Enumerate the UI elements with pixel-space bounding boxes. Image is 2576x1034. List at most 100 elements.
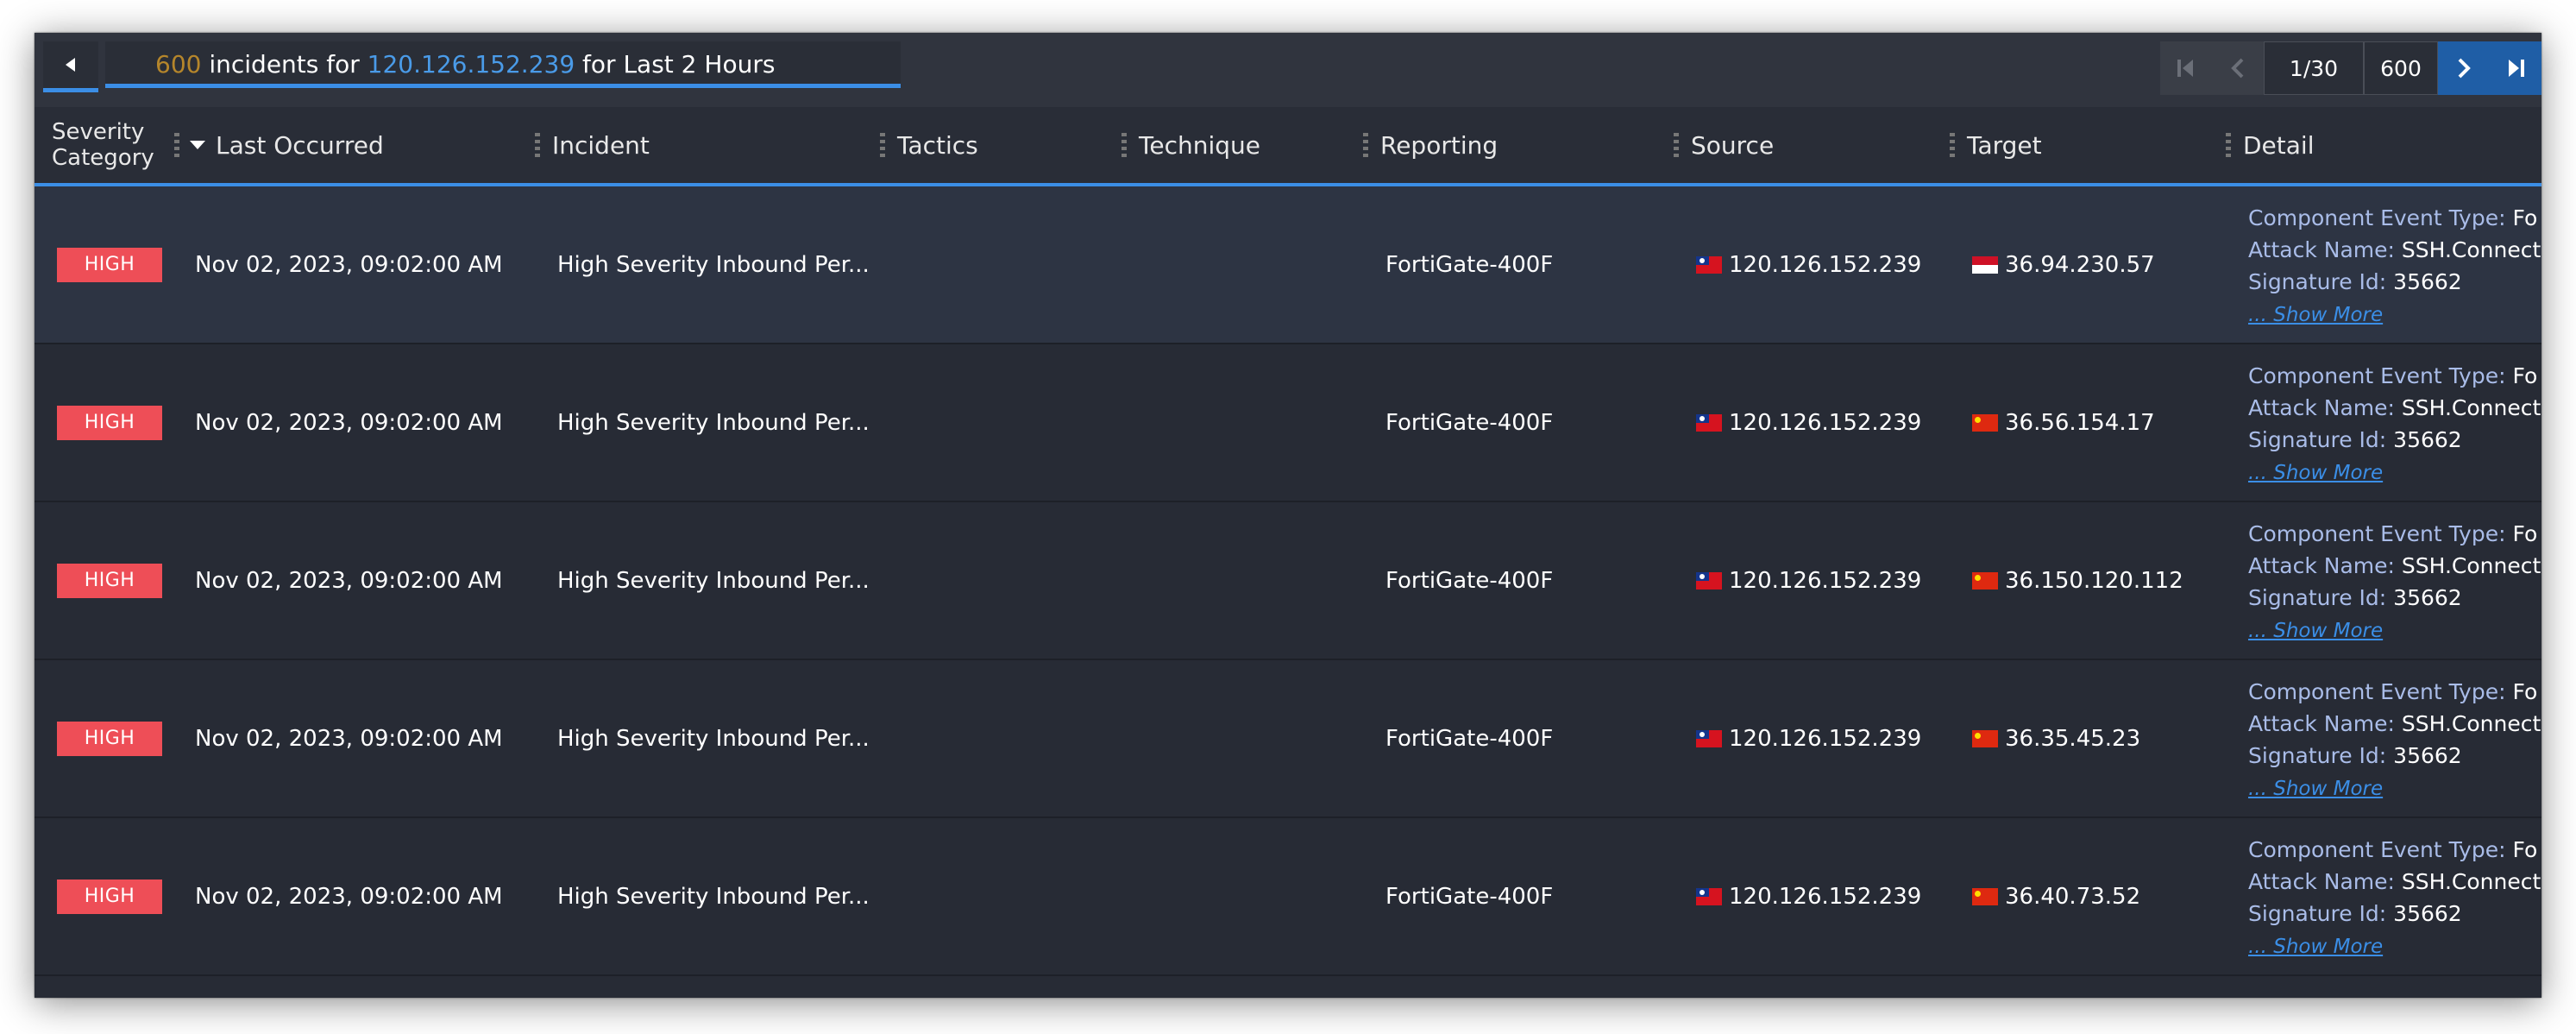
next-page-button[interactable] [2438, 41, 2490, 95]
indonesia-flag-icon [1972, 255, 1998, 274]
detail-cell: Component Event Type: Fo Attack Name: SS… [2248, 202, 2541, 331]
table-row[interactable]: HIGH Nov 02, 2023, 09:02:00 AM High Seve… [35, 660, 2541, 818]
column-resize-handle[interactable] [174, 133, 179, 159]
sort-desc-icon [190, 141, 205, 149]
table-row[interactable]: Component Event Type: [35, 976, 2541, 998]
reporting-cell: FortiGate-400F [1385, 725, 1554, 752]
reporting-cell: FortiGate-400F [1385, 567, 1554, 594]
last-occurred-cell: Nov 02, 2023, 09:02:00 AM [195, 409, 503, 436]
incident-cell: High Severity Inbound Per... [557, 883, 870, 910]
detail-label: Signature Id: [2248, 901, 2387, 926]
severity-badge: HIGH [57, 563, 162, 598]
back-button[interactable] [43, 41, 98, 92]
detail-value: 35662 [2393, 427, 2462, 452]
column-target[interactable]: Target [1967, 107, 2042, 183]
taiwan-flag-icon [1696, 887, 1722, 905]
detail-value: 35662 [2393, 585, 2462, 610]
table-row[interactable]: HIGH Nov 02, 2023, 09:02:00 AM High Seve… [35, 186, 2541, 344]
taiwan-flag-icon [1696, 413, 1722, 432]
column-resize-handle[interactable] [880, 133, 885, 159]
incident-cell: High Severity Inbound Per... [557, 567, 870, 594]
column-resize-handle[interactable] [1363, 133, 1368, 159]
detail-value: Fo [2512, 363, 2538, 388]
detail-value: Fo [2512, 205, 2538, 230]
last-page-button[interactable] [2490, 41, 2541, 95]
source-cell: 120.126.152.239 [1729, 567, 1922, 594]
target-cell: 36.94.230.57 [2005, 251, 2155, 278]
column-technique[interactable]: Technique [1139, 107, 1260, 183]
detail-label: Attack Name: [2248, 711, 2395, 736]
show-more-link[interactable]: ... Show More [2248, 936, 2383, 958]
detail-value: SSH.Connect [2401, 553, 2541, 578]
total-count: 600 [2364, 41, 2438, 95]
detail-value: SSH.Connect [2401, 869, 2541, 894]
taiwan-flag-icon [1696, 729, 1722, 747]
detail-label: Signature Id: [2248, 743, 2387, 768]
chevron-right-icon [2458, 58, 2471, 79]
detail-label: Attack Name: [2248, 237, 2395, 262]
column-label: Last Occurred [216, 130, 384, 160]
incident-cell: High Severity Inbound Per... [557, 725, 870, 752]
severity-badge: HIGH [57, 721, 162, 756]
chevron-left-icon [2231, 58, 2244, 79]
summary-text-2: for Last 2 Hours [575, 50, 776, 79]
column-resize-handle[interactable] [2226, 133, 2231, 159]
detail-label: Signature Id: [2248, 427, 2387, 452]
severity-badge: HIGH [57, 247, 162, 282]
table-row[interactable]: HIGH Nov 02, 2023, 09:02:00 AM High Seve… [35, 344, 2541, 502]
pagination: 1/30 600 [2160, 41, 2541, 95]
detail-label: Component Event Type: [2248, 205, 2506, 230]
severity-badge: HIGH [57, 405, 162, 440]
show-more-link[interactable]: ... Show More [2248, 778, 2383, 800]
china-flag-icon [1972, 887, 1998, 905]
column-severity-category[interactable]: Severity Category [52, 107, 164, 183]
detail-label: Attack Name: [2248, 553, 2395, 578]
show-more-link[interactable]: ... Show More [2248, 304, 2383, 326]
column-source[interactable]: Source [1691, 107, 1774, 183]
last-occurred-cell: Nov 02, 2023, 09:02:00 AM [195, 567, 503, 594]
table-row[interactable]: HIGH Nov 02, 2023, 09:02:00 AM High Seve… [35, 818, 2541, 976]
page-indicator[interactable]: 1/30 [2264, 41, 2364, 95]
detail-label: Signature Id: [2248, 585, 2387, 610]
column-resize-handle[interactable] [1950, 133, 1955, 159]
first-page-icon [2177, 60, 2193, 77]
last-page-icon [2509, 60, 2524, 77]
taiwan-flag-icon [1696, 255, 1722, 274]
detail-cell: Component Event Type: Fo Attack Name: SS… [2248, 360, 2541, 489]
china-flag-icon [1972, 571, 1998, 590]
detail-value: 35662 [2393, 269, 2462, 294]
column-reporting[interactable]: Reporting [1380, 107, 1498, 183]
severity-badge: HIGH [57, 879, 162, 914]
column-last-occurred[interactable]: Last Occurred [190, 107, 384, 183]
detail-value: Fo [2512, 679, 2538, 704]
incidents-window: 600 incidents for 120.126.152.239 for La… [35, 33, 2541, 998]
source-cell: 120.126.152.239 [1729, 251, 1922, 278]
incident-cell: High Severity Inbound Per... [557, 251, 870, 278]
column-resize-handle[interactable] [1122, 133, 1127, 159]
taiwan-flag-icon [1696, 571, 1722, 590]
detail-cell: Component Event Type: Fo Attack Name: SS… [2248, 676, 2541, 805]
previous-page-button[interactable] [2212, 41, 2264, 95]
show-more-link[interactable]: ... Show More [2248, 620, 2383, 642]
detail-label: Component Event Type: [2248, 363, 2506, 388]
detail-value: 35662 [2393, 743, 2462, 768]
first-page-button[interactable] [2160, 41, 2212, 95]
detail-cell: Component Event Type: [2248, 992, 2506, 998]
incident-summary-tab[interactable]: 600 incidents for 120.126.152.239 for La… [105, 41, 901, 88]
detail-value: 35662 [2393, 901, 2462, 926]
table-row[interactable]: HIGH Nov 02, 2023, 09:02:00 AM High Seve… [35, 502, 2541, 660]
last-occurred-cell: Nov 02, 2023, 09:02:00 AM [195, 725, 503, 752]
show-more-link[interactable]: ... Show More [2248, 462, 2383, 484]
column-resize-handle[interactable] [1674, 133, 1679, 159]
detail-cell: Component Event Type: Fo Attack Name: SS… [2248, 518, 2541, 647]
detail-label: Signature Id: [2248, 269, 2387, 294]
column-detail[interactable]: Detail [2243, 107, 2314, 183]
detail-value: Fo [2512, 521, 2538, 546]
detail-label: Attack Name: [2248, 395, 2395, 420]
detail-label: Component Event Type: [2248, 837, 2506, 862]
summary-text-1: incidents for [201, 50, 368, 79]
column-incident[interactable]: Incident [552, 107, 650, 183]
detail-cell: Component Event Type: Fo Attack Name: SS… [2248, 834, 2541, 963]
column-resize-handle[interactable] [535, 133, 540, 159]
column-tactics[interactable]: Tactics [897, 107, 978, 183]
